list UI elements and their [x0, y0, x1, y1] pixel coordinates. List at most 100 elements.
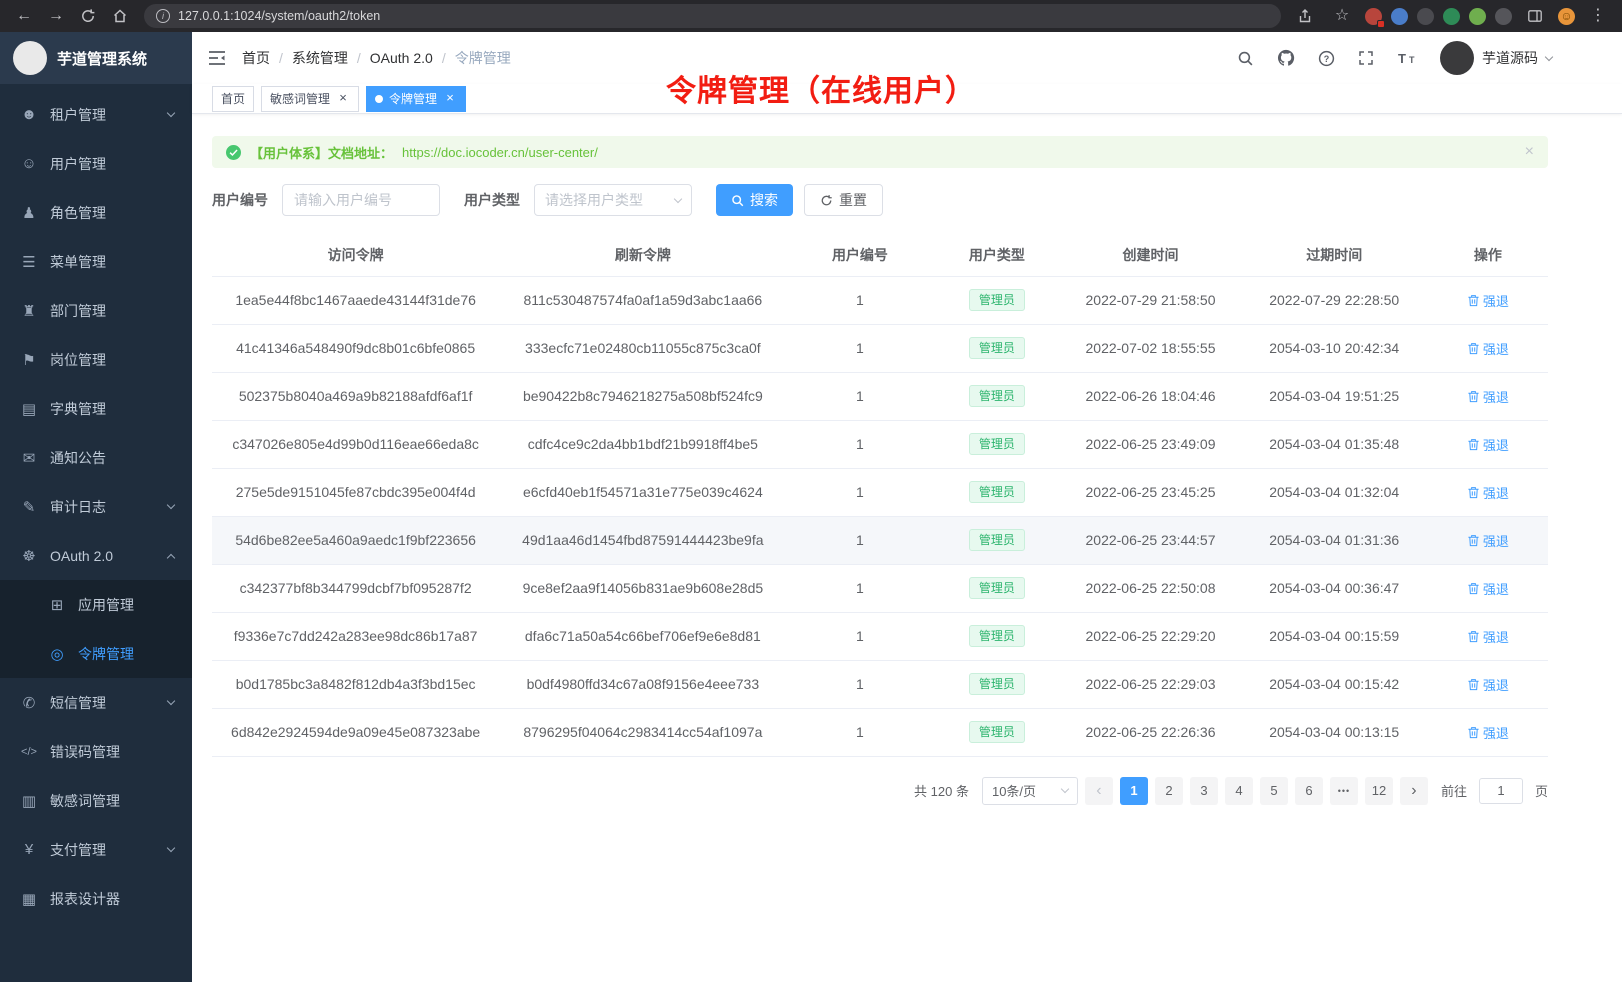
user-id-input[interactable] [282, 184, 440, 216]
browser-menu-icon[interactable]: ⋮ [1584, 2, 1612, 30]
force-logout-button[interactable]: 强退 [1467, 675, 1509, 694]
force-logout-button[interactable]: 强退 [1467, 723, 1509, 742]
extension-blue-icon[interactable] [1391, 8, 1408, 25]
sidebar-item[interactable]: ✉通知公告 [0, 433, 192, 482]
bookmark-star-icon[interactable]: ☆ [1328, 2, 1356, 30]
extensions-puzzle-icon[interactable] [1469, 8, 1486, 25]
force-logout-button[interactable]: 强退 [1467, 291, 1509, 310]
close-alert-icon[interactable]: × [1525, 143, 1534, 161]
sidebar-item[interactable]: ▥敏感词管理 [0, 776, 192, 825]
breadcrumb-item[interactable]: 首页 [242, 48, 270, 68]
github-icon[interactable] [1277, 49, 1295, 67]
force-logout-button[interactable]: 强退 [1467, 579, 1509, 598]
sidebar-item[interactable]: ▦报表设计器 [0, 874, 192, 923]
more-pages-button[interactable]: ••• [1330, 777, 1358, 805]
back-icon[interactable]: ← [10, 2, 38, 30]
font-size-icon[interactable]: TT [1397, 50, 1417, 66]
page-button[interactable]: 2 [1155, 777, 1183, 805]
sidebar-item[interactable]: ☻租户管理 [0, 90, 192, 139]
force-logout-button[interactable]: 强退 [1467, 531, 1509, 550]
extension-badge [1377, 20, 1385, 28]
page-button[interactable]: 12 [1365, 777, 1393, 805]
refresh-icon[interactable] [74, 2, 102, 30]
search-icon[interactable] [1237, 50, 1254, 67]
sidebar-item[interactable]: ♟角色管理 [0, 188, 192, 237]
extension-dark-icon[interactable] [1417, 8, 1434, 25]
sidebar-item[interactable]: ✎审计日志 [0, 482, 192, 531]
sidebar-item[interactable]: ⊞应用管理 [0, 580, 192, 629]
sidebar-item[interactable]: ✆ 短信管理 [0, 678, 192, 727]
app-title: 芋道管理系统 [57, 48, 147, 69]
forward-icon[interactable]: → [42, 2, 70, 30]
extension-gray-icon[interactable] [1495, 8, 1512, 25]
page-button[interactable]: 6 [1295, 777, 1323, 805]
active-tab-dot-icon [375, 95, 383, 103]
sidebar-item[interactable]: ¥支付管理 [0, 825, 192, 874]
page-size-select[interactable]: 10条/页 [982, 777, 1078, 805]
goto-page-input[interactable] [1479, 778, 1523, 804]
app-logo[interactable]: 芋道管理系统 [0, 32, 192, 84]
extension-green-icon[interactable] [1443, 8, 1460, 25]
next-page-button[interactable]: › [1400, 777, 1428, 805]
column-header: 创建时间 [1060, 234, 1240, 276]
sidebar-item-label: 菜单管理 [50, 252, 174, 272]
tab-item[interactable]: 令牌管理× [366, 86, 466, 112]
doc-link[interactable]: https://doc.iocoder.cn/user-center/ [402, 145, 598, 160]
close-tab-icon[interactable]: × [336, 92, 350, 106]
share-icon[interactable] [1291, 2, 1319, 30]
sidebar-item-label: 短信管理 [50, 693, 168, 713]
action-cell: 强退 [1428, 372, 1548, 420]
sidebar-item-label: 敏感词管理 [50, 791, 174, 811]
sidebar-item[interactable]: ⚑岗位管理 [0, 335, 192, 384]
search-button[interactable]: 搜索 [716, 184, 793, 216]
force-logout-button[interactable]: 强退 [1467, 339, 1509, 358]
page-button[interactable]: 4 [1225, 777, 1253, 805]
breadcrumb-item[interactable]: 系统管理 [292, 48, 348, 68]
tab-item[interactable]: 首页 [212, 86, 254, 112]
sidebar-item[interactable]: ◎令牌管理 [0, 629, 192, 678]
home-icon[interactable] [106, 2, 134, 30]
force-logout-button[interactable]: 强退 [1467, 435, 1509, 454]
user-id-cell: 1 [786, 660, 933, 708]
sidebar-item[interactable]: ☺用户管理 [0, 139, 192, 188]
user-dropdown[interactable]: 芋道源码 [1440, 41, 1552, 75]
chevron-down-icon [1061, 785, 1069, 793]
address-bar[interactable]: i 127.0.0.1:1024/system/oauth2/token [144, 4, 1281, 28]
prev-page-button[interactable]: ‹ [1085, 777, 1113, 805]
force-logout-button[interactable]: 强退 [1467, 627, 1509, 646]
table-row: 41c41346a548490f9dc8b01c6bfe0865333ecfc7… [212, 324, 1548, 372]
reset-button[interactable]: 重置 [804, 184, 883, 216]
access-token-cell: b0d1785bc3a8482f812db4a3f3bd15ec [212, 660, 499, 708]
side-panel-icon[interactable] [1521, 2, 1549, 30]
sidebar-item[interactable]: ♜部门管理 [0, 286, 192, 335]
sidebar-item[interactable]: ☸OAuth 2.0 [0, 531, 192, 580]
post-icon: ⚑ [20, 351, 38, 369]
sidebar-item[interactable]: </>错误码管理 [0, 727, 192, 776]
action-cell: 强退 [1428, 516, 1548, 564]
tags-view: 首页敏感词管理× 令牌管理× [192, 84, 1622, 114]
sidebar-toggle-button[interactable] [208, 50, 226, 66]
force-logout-button[interactable]: 强退 [1467, 483, 1509, 502]
audit-icon: ✎ [20, 498, 38, 516]
trash-icon [1467, 630, 1480, 643]
page-button[interactable]: 1 [1120, 777, 1148, 805]
sidebar-item-label: 令牌管理 [78, 644, 174, 664]
site-info-icon[interactable]: i [156, 9, 170, 23]
fullscreen-icon[interactable] [1358, 50, 1374, 66]
sms-icon: ✆ [20, 694, 38, 712]
sidebar-item[interactable]: ☰菜单管理 [0, 237, 192, 286]
breadcrumb-item[interactable]: OAuth 2.0 [370, 50, 433, 66]
force-logout-button[interactable]: 强退 [1467, 387, 1509, 406]
page-button[interactable]: 5 [1260, 777, 1288, 805]
sidebar-item[interactable]: ▤字典管理 [0, 384, 192, 433]
help-icon[interactable]: ? [1318, 50, 1335, 67]
user-type-select[interactable]: 请选择用户类型 [534, 184, 692, 216]
page-button[interactable]: 3 [1190, 777, 1218, 805]
sidebar-item-label: 报表设计器 [50, 889, 174, 909]
user-id-cell: 1 [786, 564, 933, 612]
extension-red-icon[interactable] [1365, 8, 1382, 25]
tab-item[interactable]: 敏感词管理× [261, 86, 359, 112]
close-tab-icon[interactable]: × [443, 92, 457, 106]
profile-avatar-icon[interactable]: ☺ [1558, 8, 1575, 25]
column-header: 刷新令牌 [499, 234, 786, 276]
